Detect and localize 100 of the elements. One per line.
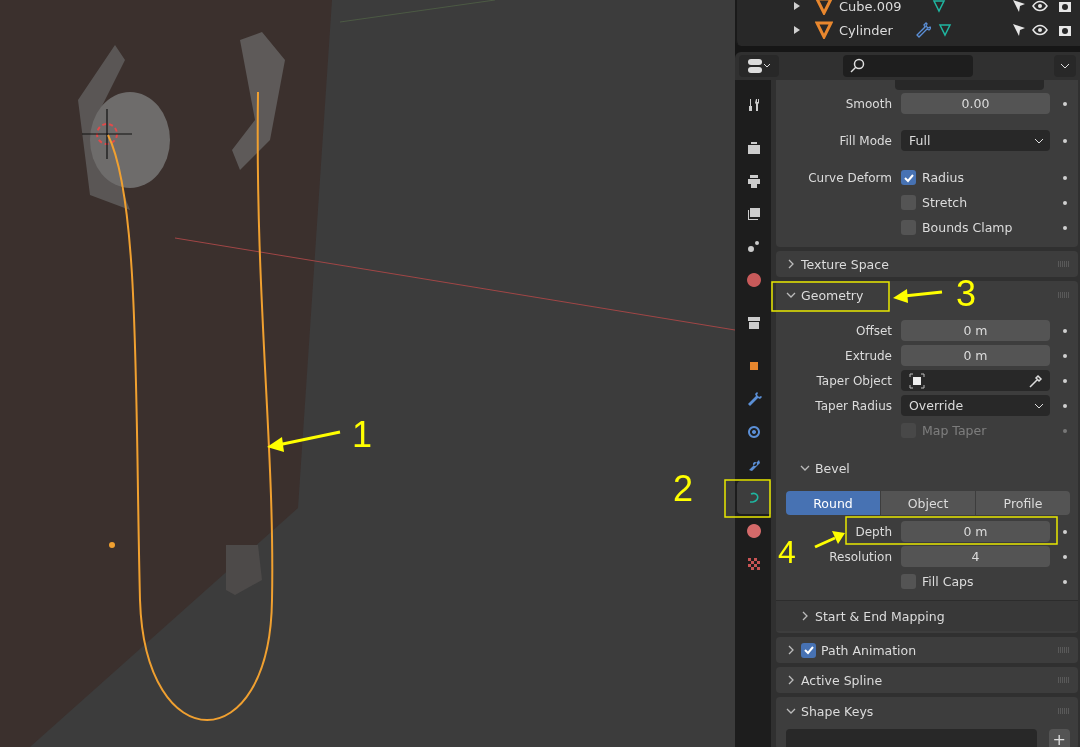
segment-button[interactable]: Object [881, 491, 975, 515]
chevron-icon [1034, 402, 1044, 409]
field-label: Extrude [845, 348, 892, 363]
field-label: Taper Radius [815, 398, 892, 413]
pointer-icon[interactable] [1012, 23, 1026, 37]
keyframe-dot[interactable] [1063, 328, 1067, 333]
chevron-icon [1034, 137, 1044, 144]
chevron-icon[interactable] [786, 706, 796, 716]
annotation-number: 4 [778, 536, 796, 568]
camera-back-icon [746, 139, 762, 156]
search-icon [849, 58, 865, 74]
keyframe-dot[interactable] [1063, 428, 1067, 433]
keyframe-dot[interactable] [1063, 403, 1067, 408]
dropdown-field[interactable]: Override [901, 395, 1050, 416]
camera-icon[interactable] [1058, 23, 1072, 37]
subpanel-title[interactable]: Bevel [815, 460, 850, 476]
segment-button[interactable]: Profile [976, 491, 1070, 515]
pointer-icon[interactable] [1012, 0, 1026, 13]
annotation-arrow [893, 289, 943, 303]
keyframe-dot[interactable] [1063, 529, 1067, 534]
field-label: Taper Object [816, 373, 892, 388]
drag-grip-icon[interactable] [1058, 708, 1070, 714]
keyframe-dot[interactable] [1063, 225, 1067, 230]
number-field[interactable]: 0 m [901, 521, 1050, 542]
annotation-number: 2 [673, 471, 694, 507]
number-field[interactable]: 0.00 [901, 93, 1050, 114]
chevron-icon [1060, 63, 1070, 69]
orbit-icon [746, 423, 762, 440]
field-label: Resolution [829, 549, 892, 564]
camera-icon[interactable] [1058, 0, 1072, 13]
keyframe-dot[interactable] [1063, 378, 1067, 383]
image-stack-icon [746, 205, 762, 222]
checkbox-label[interactable]: Bounds Clamp [922, 220, 1013, 235]
checkbox-label[interactable]: Radius [922, 170, 964, 185]
eye-icon[interactable] [1032, 24, 1048, 36]
origin-dot [109, 542, 115, 548]
chevron-icon[interactable] [800, 611, 810, 621]
keyframe-dot[interactable] [1063, 175, 1067, 180]
object-field[interactable] [901, 370, 1050, 391]
panel-title[interactable]: Active Spline [801, 672, 883, 688]
toggle-icon [747, 58, 771, 74]
field-label: Curve Deform [808, 170, 892, 185]
editor-type-button[interactable] [739, 55, 779, 77]
drag-grip-icon[interactable] [1058, 677, 1070, 683]
cursor-icon [81, 108, 133, 160]
chevron-icon[interactable] [786, 290, 796, 300]
panel-title[interactable]: Geometry [801, 287, 864, 303]
annotation-arrow [814, 531, 845, 549]
wrench-icon [915, 22, 931, 38]
vertex-triangle-icon [931, 0, 947, 14]
expand-triangle-icon[interactable] [793, 26, 801, 34]
chevron-icon[interactable] [800, 463, 810, 473]
checkbox-label[interactable]: Stretch [922, 195, 968, 210]
scene-icon [746, 238, 762, 255]
checkbox-label[interactable]: Fill Caps [922, 574, 974, 589]
eye-icon[interactable] [1032, 0, 1048, 12]
segment-button[interactable]: Round [786, 491, 880, 515]
drag-grip-icon[interactable] [1058, 261, 1070, 267]
chevron-icon[interactable] [786, 645, 796, 655]
keyframe-dot[interactable] [1063, 579, 1067, 584]
field-label: Fill Mode [839, 133, 892, 148]
drag-grip-icon[interactable] [1058, 292, 1070, 298]
keyframe-dot[interactable] [1063, 200, 1067, 205]
number-field[interactable]: 0 m [901, 320, 1050, 341]
panel-title[interactable]: Texture Space [801, 256, 889, 272]
keyframe-dot[interactable] [1063, 353, 1067, 358]
dropdown-field[interactable]: Full [901, 130, 1050, 151]
checkbox[interactable] [801, 642, 816, 658]
checkbox[interactable] [901, 170, 916, 185]
object-name[interactable]: Cylinder [839, 22, 909, 38]
mount-drawing [226, 545, 262, 595]
properties-tab[interactable] [737, 481, 771, 514]
search-field[interactable] [843, 55, 973, 77]
chevron-icon[interactable] [786, 675, 796, 685]
chevron-icon[interactable] [786, 259, 796, 269]
annotation-number: 3 [956, 276, 977, 312]
field-label: Depth [855, 524, 892, 539]
keyframe-dot[interactable] [1063, 554, 1067, 559]
panel-title[interactable]: Path Animation [821, 642, 917, 658]
eyedropper-icon[interactable] [1028, 372, 1044, 389]
field-label: Offset [855, 323, 892, 338]
expand-triangle-icon[interactable] [793, 2, 801, 10]
cone-icon [815, 0, 833, 15]
number-field[interactable]: 0 m [901, 345, 1050, 366]
number-field[interactable]: 4 [901, 546, 1050, 567]
wrench-icon [746, 390, 762, 407]
sphere-icon [746, 522, 762, 539]
vertex-triangle-icon [937, 22, 953, 38]
object-name[interactable]: Cube.009 [839, 0, 909, 14]
panel-title[interactable]: Shape Keys [801, 703, 874, 719]
drag-grip-icon[interactable] [1058, 647, 1070, 653]
add-button[interactable]: + [1048, 729, 1070, 747]
printer-icon [746, 172, 762, 189]
tools-icon [746, 96, 762, 113]
globe-icon [746, 271, 762, 288]
keyframe-dot[interactable] [1063, 138, 1067, 143]
box-icon [746, 314, 762, 331]
keyframe-dot[interactable] [1063, 101, 1067, 106]
highlight-frame [724, 479, 771, 518]
field-label: Smooth [845, 96, 892, 111]
